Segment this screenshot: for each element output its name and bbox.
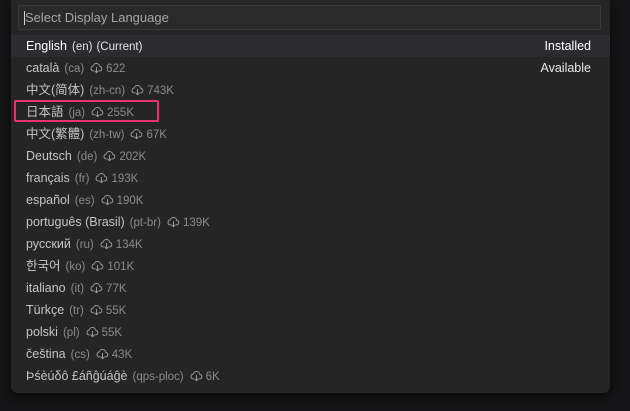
status-label: Installed [544, 39, 591, 53]
status-label: Available [540, 61, 591, 75]
language-code: (ca) [64, 63, 85, 75]
language-option-qps-ploc[interactable]: Þśèúδô £áñĝúáĝè (qps-ploc) 6K [11, 365, 610, 387]
download-count: 139K [182, 217, 210, 229]
search-input[interactable] [19, 6, 600, 29]
language-option-ru[interactable]: русский (ru) 134K [11, 233, 610, 255]
cloud-download-icon [90, 63, 103, 74]
language-code: (es) [74, 195, 95, 207]
language-option-pl[interactable]: polski (pl) 55K [11, 321, 610, 343]
language-name: Þśèúδô £áñĝúáĝè [26, 369, 128, 383]
cloud-download-icon [167, 217, 180, 228]
download-count: 202K [119, 151, 147, 163]
cloud-download-icon [86, 327, 98, 338]
language-option-en[interactable]: English (en) (Current) Installed [11, 35, 610, 57]
download-count: 43K [111, 349, 133, 361]
cloud-download-icon [95, 173, 108, 184]
language-option-ko[interactable]: 한국어 (ko) 101K [11, 255, 610, 277]
language-code: (zh-cn) [89, 85, 126, 97]
language-name: español [26, 193, 70, 207]
language-option-it[interactable]: italiano (it) 77K [11, 277, 610, 299]
language-name: русский [26, 237, 71, 251]
language-option-es[interactable]: español (es) 190K [11, 189, 610, 211]
language-name: 한국어 [26, 259, 61, 273]
download-count: 67K [146, 129, 167, 141]
download-count: 743K [147, 85, 174, 97]
language-option-zh-tw[interactable]: 中文(繁體) (zh-tw) 67K [11, 123, 610, 145]
language-code: (en) [72, 41, 93, 53]
language-code: (cs) [70, 349, 90, 361]
language-option-tr[interactable]: Türkçe (tr) 55K [11, 299, 610, 321]
language-name: Deutsch [26, 149, 72, 163]
download-count: 134K [115, 239, 143, 251]
cloud-download-icon [101, 195, 113, 206]
download-count: 190K [116, 195, 144, 207]
download-count: 6K [205, 371, 220, 383]
download-count: 101K [107, 261, 135, 273]
download-count: 55K [101, 327, 123, 339]
language-option-ca[interactable]: català (ca) 622 Available [11, 57, 610, 79]
cloud-download-icon [90, 305, 103, 316]
language-code: (de) [76, 151, 98, 163]
language-option-pt-br[interactable]: português (Brasil) (pt-br) 139K [11, 211, 610, 233]
language-name: català [26, 61, 60, 75]
language-code: (it) [70, 283, 85, 295]
language-name: português (Brasil) [26, 215, 125, 229]
cloud-download-icon [131, 85, 144, 96]
download-count: 55K [105, 305, 127, 317]
download-count: 622 [106, 63, 126, 75]
language-name: 中文(简体) [26, 83, 85, 97]
language-list: English (en) (Current) Installed català (ca… [11, 35, 610, 387]
download-count: 255K [107, 107, 134, 119]
language-code: (qps-ploc) [132, 371, 184, 383]
language-code: (fr) [74, 173, 90, 185]
language-name: polski [26, 325, 58, 339]
language-code: (pt-br) [129, 217, 161, 229]
language-name: Türkçe [26, 303, 65, 317]
language-option-ja[interactable]: 日本語 (ja) 255K [11, 101, 610, 123]
language-option-zh-cn[interactable]: 中文(简体) (zh-cn) 743K [11, 79, 610, 101]
cloud-download-icon [190, 371, 202, 382]
cloud-download-icon [100, 239, 112, 250]
current-label: (Current) [96, 41, 143, 53]
language-option-fr[interactable]: français (fr) 193K [11, 167, 610, 189]
download-count: 193K [111, 173, 139, 185]
language-picker: English (en)(Current) Installed català (ca… [11, 0, 610, 393]
cloud-download-icon [96, 349, 108, 360]
cloud-download-icon [91, 107, 104, 118]
language-code: (zh-tw) [89, 129, 125, 141]
language-code: (pl) [62, 327, 80, 339]
language-name: čeština [26, 347, 66, 361]
language-name: 中文(繁體) [26, 127, 85, 141]
cloud-download-icon [103, 151, 116, 162]
language-option-cs[interactable]: čeština (cs) 43K [11, 343, 610, 365]
text-caret [24, 11, 25, 25]
cloud-download-icon [90, 283, 103, 294]
download-count: 77K [106, 283, 127, 295]
language-name: 日本語 [26, 105, 64, 119]
language-option-de[interactable]: Deutsch (de) 202K [11, 145, 610, 167]
language-name: français [26, 171, 70, 185]
language-name: English [26, 39, 67, 53]
cloud-download-icon [91, 261, 104, 272]
language-code: (tr) [69, 305, 84, 317]
language-name: italiano [26, 281, 66, 295]
language-code: (ko) [65, 261, 86, 273]
search-box[interactable] [18, 5, 601, 30]
language-code: (ja) [68, 107, 86, 119]
cloud-download-icon [130, 129, 143, 140]
language-code: (ru) [75, 239, 94, 251]
